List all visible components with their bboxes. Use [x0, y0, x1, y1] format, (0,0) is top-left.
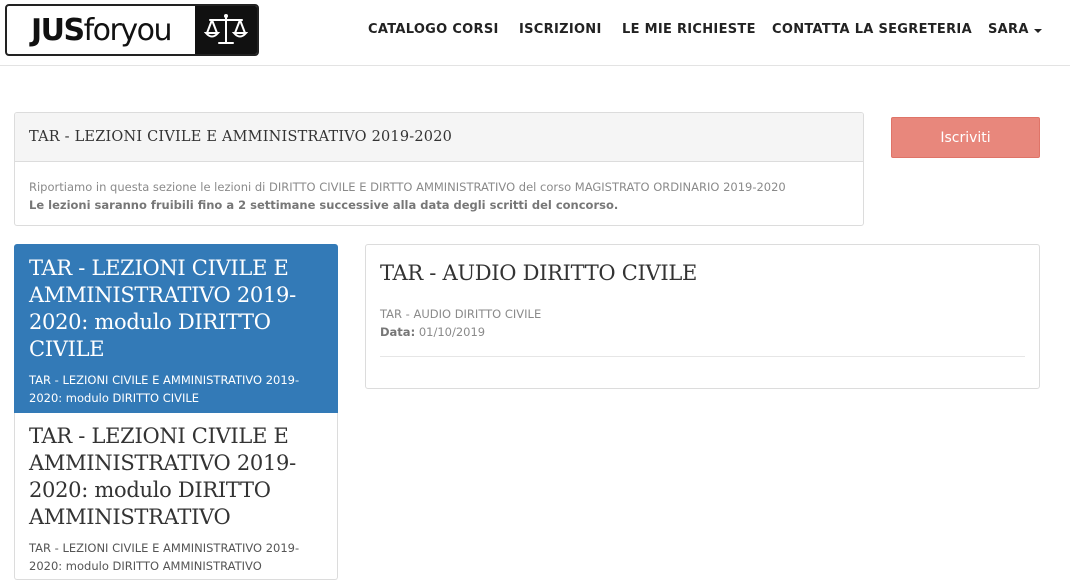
scales-of-justice-icon — [195, 6, 257, 54]
module-item-diritto-amministrativo[interactable]: TAR - LEZIONI CIVILE E AMMINISTRATIVO 20… — [14, 413, 338, 580]
logo-text-jus: JUS — [30, 12, 85, 48]
module-list: TAR - LEZIONI CIVILE E AMMINISTRATIVO 20… — [14, 244, 338, 580]
lesson-subtitle: TAR - AUDIO DIRITTO CIVILE — [380, 307, 542, 321]
module-title: TAR - LEZIONI CIVILE E AMMINISTRATIVO 20… — [29, 256, 296, 361]
nav-link-catalogo-corsi[interactable]: CATALOGO CORSI — [368, 22, 499, 37]
logo-wordmark: JUS foryou — [7, 6, 195, 54]
lesson-date-value: 01/10/2019 — [418, 325, 486, 339]
divider — [380, 356, 1025, 357]
course-info-panel: TAR - LEZIONI CIVILE E AMMINISTRATIVO 20… — [14, 112, 864, 226]
module-item-diritto-civile[interactable]: TAR - LEZIONI CIVILE E AMMINISTRATIVO 20… — [14, 244, 338, 413]
module-title: TAR - LEZIONI CIVILE E AMMINISTRATIVO 20… — [29, 424, 296, 529]
lesson-date-label: Data: — [380, 325, 416, 339]
nav-link-contatta-segreteria[interactable]: CONTATTA LA SEGRETERIA — [772, 22, 972, 37]
lesson-title: TAR - AUDIO DIRITTO CIVILE — [380, 261, 698, 285]
user-name: SARA — [988, 22, 1029, 37]
logo-text-foryou: foryou — [83, 12, 173, 48]
lesson-date-row: Data: 01/10/2019 — [380, 323, 1025, 341]
module-subtitle: TAR - LEZIONI CIVILE E AMMINISTRATIVO 20… — [29, 373, 300, 405]
module-subtitle: TAR - LEZIONI CIVILE E AMMINISTRATIVO 20… — [29, 541, 300, 573]
nav-link-le-mie-richieste[interactable]: LE MIE RICHIESTE — [622, 22, 756, 37]
course-description-block: Riportiamo in questa sezione le lezioni … — [15, 162, 863, 214]
course-description: Riportiamo in questa sezione le lezioni … — [29, 180, 786, 194]
enroll-button[interactable]: Iscriviti — [891, 117, 1040, 158]
user-menu-dropdown[interactable]: SARA — [988, 22, 1042, 37]
site-logo[interactable]: JUS foryou — [5, 4, 259, 56]
nav-link-iscrizioni[interactable]: ISCRIZIONI — [519, 22, 602, 37]
lesson-card[interactable]: TAR - AUDIO DIRITTO CIVILE TAR - AUDIO D… — [365, 244, 1040, 389]
lesson-meta: TAR - AUDIO DIRITTO CIVILE Data: 01/10/2… — [380, 305, 1025, 341]
top-navbar: JUS foryou CATALOGO CORSI ISCRIZIONI LE … — [0, 0, 1070, 66]
course-availability-notice: Le lezioni saranno fruibili fino a 2 set… — [29, 198, 619, 212]
course-title: TAR - LEZIONI CIVILE E AMMINISTRATIVO 20… — [15, 113, 863, 162]
chevron-down-icon — [1033, 28, 1042, 33]
